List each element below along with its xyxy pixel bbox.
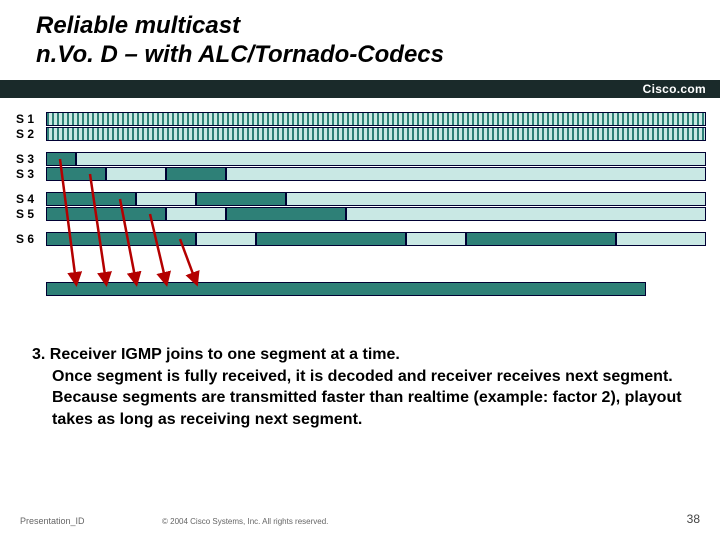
bar-teal — [226, 207, 346, 221]
bar-teal — [46, 232, 196, 246]
bar-teal — [46, 167, 106, 181]
footer-copyright: © 2004 Cisco Systems, Inc. All rights re… — [162, 517, 328, 526]
row-s1: S 1 — [16, 112, 708, 126]
bar-teal — [166, 167, 226, 181]
row-s2: S 2 — [16, 127, 708, 141]
bar-hatch — [46, 112, 706, 126]
brand-bar-fill: Cisco.com — [0, 80, 720, 98]
footer-presentation-id: Presentation_ID — [20, 516, 85, 526]
label-s2: S 2 — [16, 127, 44, 141]
bar-light — [196, 232, 256, 246]
title-line-2: n.Vo. D – with ALC/Tornado-Codecs — [36, 41, 720, 70]
label-s1: S 1 — [16, 112, 44, 126]
bar-light — [346, 207, 706, 221]
label-s5: S 5 — [16, 207, 44, 221]
bar-light — [166, 207, 226, 221]
bar-teal — [46, 282, 646, 296]
bar-teal — [46, 152, 76, 166]
bar-light — [616, 232, 706, 246]
bar-light — [226, 167, 706, 181]
row-s5: S 5 — [16, 207, 708, 221]
bar-teal — [196, 192, 286, 206]
bar-teal — [46, 207, 166, 221]
row-playout — [16, 282, 708, 296]
title-line-1: Reliable multicast — [36, 12, 720, 41]
footer-page-number: 38 — [687, 512, 700, 526]
bar-hatch — [46, 127, 706, 141]
row-s3b: S 3 — [16, 167, 708, 181]
bullet-rest: Once segment is fully received, it is de… — [52, 366, 696, 431]
bar-teal — [466, 232, 616, 246]
row-s3a: S 3 — [16, 152, 708, 166]
bar-light — [286, 192, 706, 206]
bar-light — [406, 232, 466, 246]
row-s6: S 6 — [16, 232, 708, 246]
body-paragraph: 3. Receiver IGMP joins to one segment at… — [32, 344, 696, 430]
timeline-diagram: S 1 S 2 S 3 S 3 S 4 — [16, 110, 708, 330]
bar-teal — [256, 232, 406, 246]
brand-bar: Cisco.com — [0, 80, 720, 98]
bar-light — [76, 152, 706, 166]
bar-light — [106, 167, 166, 181]
bar-teal — [46, 192, 136, 206]
label-s3b: S 3 — [16, 167, 44, 181]
label-s6: S 6 — [16, 232, 44, 246]
label-s3a: S 3 — [16, 152, 44, 166]
brand-text: Cisco.com — [643, 82, 706, 96]
bullet-first-line: Receiver IGMP joins to one segment at a … — [50, 346, 400, 363]
row-s4: S 4 — [16, 192, 708, 206]
slide-title: Reliable multicast n.Vo. D – with ALC/To… — [36, 12, 720, 70]
label-s4: S 4 — [16, 192, 44, 206]
bullet-number: 3. — [32, 346, 45, 363]
bar-light — [136, 192, 196, 206]
